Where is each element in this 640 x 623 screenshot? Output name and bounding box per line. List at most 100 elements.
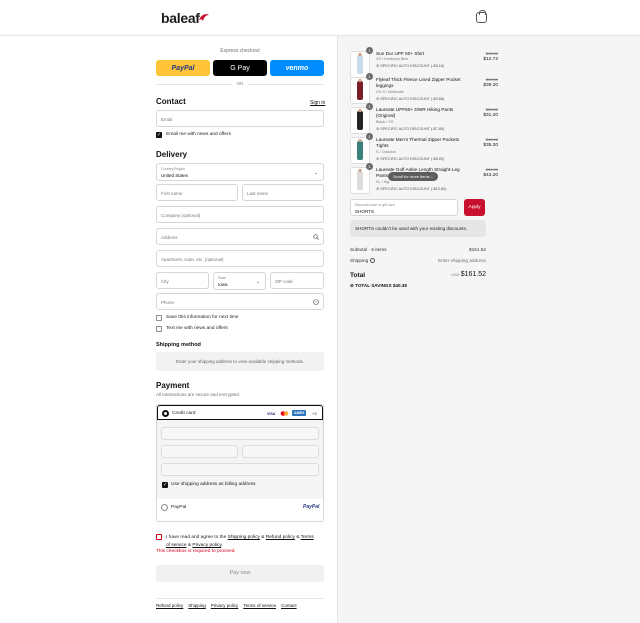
subtotal-label: Subtotal · 5 items: [350, 247, 387, 252]
venmo-button[interactable]: venmo: [270, 60, 324, 76]
leaf-logo-icon: [199, 14, 209, 21]
agree-end: .: [221, 543, 223, 548]
footer-terms-link[interactable]: Terms of service: [243, 603, 276, 608]
credit-card-option[interactable]: Credit card VISA AMEX +3: [157, 405, 323, 420]
item-discount-text: SPECIFIC AUTO DISCOUNT (-$5.16): [380, 64, 445, 68]
state-label: State: [218, 276, 227, 280]
product-thumbnail-icon: [357, 168, 363, 190]
credit-card-radio[interactable]: [162, 410, 169, 417]
company-placeholder: Company (optional): [161, 213, 201, 218]
item-price: $12.72: [483, 57, 498, 62]
company-field[interactable]: Company (optional): [156, 206, 324, 223]
expiration-field[interactable]: [161, 445, 238, 458]
mastercard-icon: [280, 411, 289, 416]
shipping-label: Shipping: [350, 258, 369, 263]
checkout-form: Express checkout PayPal G Pay venmo OR C…: [0, 36, 337, 623]
item-name: Laureate UPF50+ DWR Hiking Pants (Origin…: [376, 107, 454, 118]
discount-value: SHORTS: [355, 209, 375, 214]
help-icon[interactable]: ?: [313, 299, 319, 305]
apartment-field[interactable]: Apartment, suite, etc. (optional): [156, 250, 324, 267]
footer-refund-policy-link[interactable]: Refund policy: [156, 603, 183, 608]
billing-same-checkbox[interactable]: [162, 482, 168, 488]
shopping-bag-icon[interactable]: [476, 10, 487, 23]
agree-amp: &: [261, 535, 265, 540]
quantity-badge: 1: [366, 73, 373, 80]
paypal-logo: PayPal: [303, 504, 320, 510]
agree-checkbox[interactable]: [156, 534, 162, 540]
paypal-radio[interactable]: [161, 504, 168, 511]
item-variant: Black / XS: [376, 120, 394, 124]
name-on-card-field[interactable]: [161, 463, 319, 476]
card-number-field[interactable]: [161, 427, 319, 440]
total-label: Total: [350, 272, 366, 279]
text-me-checkbox[interactable]: [156, 326, 162, 332]
quantity-badge: 1: [366, 133, 373, 140]
product-thumbnail-icon: [357, 108, 363, 130]
google-pay-button[interactable]: G Pay: [213, 60, 267, 76]
subtotal-row: Subtotal · 5 items $161.52: [350, 247, 486, 252]
item-original-price: $54.00: [485, 167, 498, 172]
payment-heading: Payment: [156, 381, 190, 390]
product-image: [350, 167, 370, 194]
footer-privacy-policy-link[interactable]: Privacy policy: [211, 603, 239, 608]
email-field[interactable]: Email: [156, 110, 324, 127]
footer-shipping-link[interactable]: Shipping: [188, 603, 206, 608]
item-price: $31.20: [483, 113, 498, 118]
discount-error: SHORTS couldn't be used with your existi…: [350, 220, 486, 237]
paypal-express-button[interactable]: PayPal: [156, 60, 210, 76]
first-name-placeholder: First name: [161, 191, 183, 196]
discount-label: Discount code or gift card: [355, 203, 395, 207]
order-summary: 1 Sun Dur UPF 50+ Shirt XS / Kentucky Blue…: [337, 36, 640, 623]
total-value: $161.52: [460, 271, 486, 278]
state-select[interactable]: State Iowa ⌄: [213, 272, 266, 290]
amex-icon: AMEX: [292, 410, 307, 416]
item-discount: ⊘ SPECIFIC AUTO DISCOUNT (-$8.80): [376, 156, 444, 161]
more-cards-count: +3: [312, 411, 317, 416]
info-icon[interactable]: [369, 258, 375, 264]
savings-label: TOTAL SAVINGS: [355, 283, 392, 288]
zip-placeholder: ZIP code: [275, 279, 293, 284]
or-separator: OR: [232, 81, 248, 86]
refund-policy-link[interactable]: Refund policy: [266, 535, 295, 540]
country-select[interactable]: Country/Region United States ⌄: [156, 163, 324, 181]
credit-card-label: Credit card: [172, 411, 196, 416]
first-name-field[interactable]: First name: [156, 184, 238, 201]
shipping-value: Enter shipping address: [438, 258, 486, 263]
footer-contact-link[interactable]: Contact: [281, 603, 297, 608]
product-thumbnail-icon: [357, 138, 363, 160]
last-name-placeholder: Last name: [247, 191, 269, 196]
item-name: Laureate Men's Thermal Zipper Pockets Ti…: [376, 137, 460, 148]
phone-field[interactable]: Phone ?: [156, 293, 324, 310]
chevron-down-icon: ⌄: [313, 170, 318, 176]
address-field[interactable]: Address: [156, 228, 324, 245]
item-variant: XL / Hig: [376, 180, 390, 184]
paypal-option[interactable]: PayPal PayPal: [157, 499, 323, 515]
news-checkbox[interactable]: [156, 132, 162, 138]
contact-heading: Contact: [156, 97, 186, 106]
discount-code-field[interactable]: Discount code or gift card SHORTS: [350, 199, 458, 216]
scroll-hint[interactable]: Scroll for more items ↓: [388, 172, 438, 181]
last-name-field[interactable]: Last name: [242, 184, 324, 201]
shipping-policy-link[interactable]: Shipping policy: [228, 535, 260, 540]
item-discount-text: SPECIFIC AUTO DISCOUNT (-$9.86): [380, 97, 445, 101]
item-price: $35.20: [483, 143, 498, 148]
agree-prefix: I have read and agree to the: [166, 535, 227, 540]
divider: [156, 598, 324, 599]
city-placeholder: City: [161, 279, 169, 284]
sign-in-link[interactable]: Sign in: [310, 100, 325, 106]
city-field[interactable]: City: [156, 272, 209, 289]
tag-icon: ⊘: [350, 283, 354, 288]
state-value: Iowa: [218, 282, 228, 287]
cart-item: 1 Laureate Men's Thermal Zipper Pockets T…: [350, 133, 498, 165]
cart-item: 1 Laureate UPF50+ DWR Hiking Pants (Origi…: [350, 103, 498, 135]
brand-logo[interactable]: baleaf: [161, 10, 200, 26]
pay-now-button[interactable]: Pay now: [156, 565, 324, 582]
security-code-field[interactable]: [242, 445, 319, 458]
save-info-checkbox[interactable]: [156, 315, 162, 321]
savings-row: ⊘ TOTAL SAVINGS $40.38: [350, 283, 486, 289]
scroll-hint-text: Scroll for more items: [393, 174, 430, 179]
privacy-policy-link[interactable]: Privacy policy: [192, 543, 221, 548]
payment-subtitle: All transactions are secure and encrypte…: [156, 392, 241, 397]
zip-field[interactable]: ZIP code: [270, 272, 324, 289]
apply-button[interactable]: Apply: [464, 199, 485, 216]
